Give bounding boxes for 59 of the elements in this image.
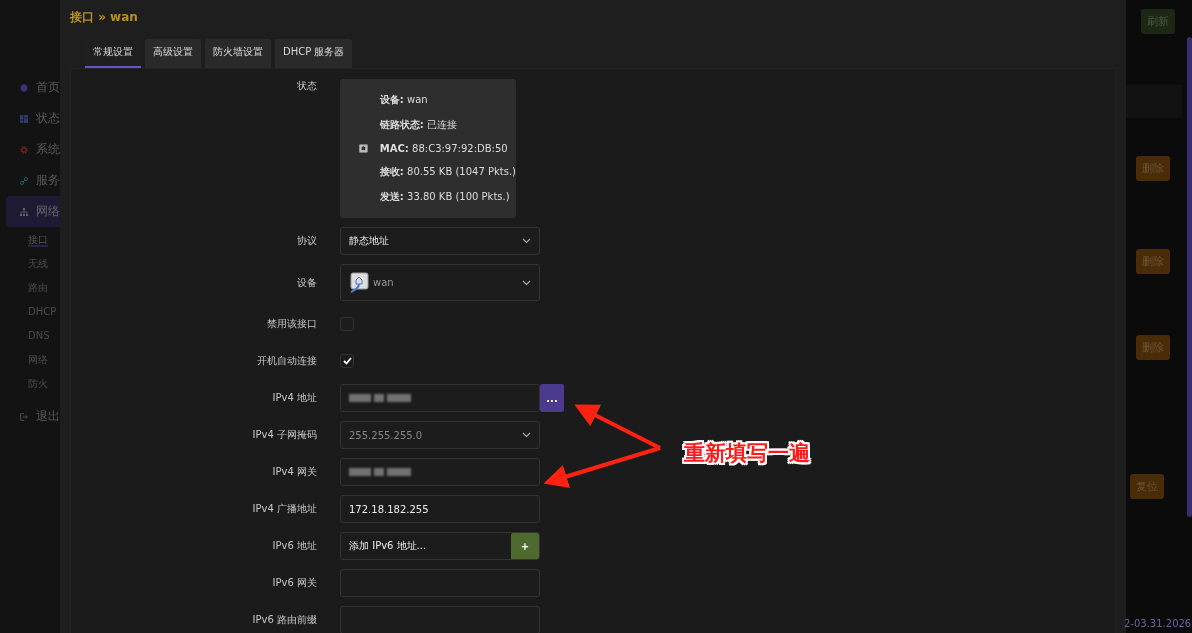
select-field[interactable]: 255.255.255.0 [340,421,540,449]
tab[interactable]: 高级设置 [145,39,201,68]
status-line: 接收: 80.55 KB (1047 Pkts.) [379,165,516,179]
field-label: 状态 [297,79,317,93]
status-line: 发送: 33.80 KB (100 Pkts.) [379,190,511,204]
field-label: 禁用该接口 [267,317,317,331]
blurred-value [349,468,411,476]
network-cable-icon [349,272,369,293]
annotation-text: 重新填写一遍 [684,440,810,467]
chevron-down-icon [522,238,531,244]
input-field[interactable]: 添加 IPv6 地址... + [340,532,540,560]
scrollbar[interactable] [1187,37,1192,517]
sidebar-subitem[interactable]: DNS [0,325,60,349]
input-field[interactable] [340,458,540,486]
grid-icon [20,112,28,125]
field-label: IPv4 网关 [272,465,317,479]
settings-icon [20,143,28,156]
field-label: 协议 [297,234,317,248]
network-icon [20,205,28,218]
sidebar-subitem[interactable]: DHCP [0,301,60,325]
field-label: IPv6 网关 [272,576,317,590]
sidebar-item[interactable]: 网络 [6,196,60,227]
field-label: IPv6 地址 [272,539,317,553]
check-icon [342,357,352,365]
field-label: IPv4 子网掩码 [252,428,317,442]
blurred-value [349,394,411,402]
input-field[interactable]: 172.18.182.255 [340,495,540,523]
chevron-down-icon [522,432,531,438]
sidebar-item[interactable]: 首页 [6,72,60,103]
field-label: IPv6 路由前缀 [252,613,317,627]
logout-icon [20,410,28,423]
cube-icon [20,81,28,94]
chevron-down-icon [522,279,531,286]
input-field[interactable] [340,569,540,597]
input-field[interactable] [340,384,540,412]
status-line: MAC: 88:C3:97:92:DB:50 [379,143,509,154]
sidebar-subitem[interactable]: 接口 [0,229,60,253]
sidebar-item[interactable]: 退出 [6,401,60,432]
select-field[interactable]: 静态地址 [340,227,540,255]
field-label: 设备 [297,275,317,290]
field-label: 开机自动连接 [257,354,317,368]
field-label: IPv4 广播地址 [252,502,317,516]
status-line: 设备: wan [379,93,429,107]
status-line: 链路状态: 已连接 [379,118,459,132]
more-button[interactable]: ... [540,384,564,412]
checkbox[interactable] [340,317,354,331]
field-label: IPv4 地址 [272,391,317,405]
add-button[interactable]: + [511,533,539,559]
footer-text: 2-03.31.2026 [1124,618,1192,629]
sidebar-item[interactable]: 系统 [6,134,60,165]
sidebar-item[interactable]: 状态 [6,103,60,134]
link-icon [20,174,28,187]
select-field[interactable]: wan [340,264,540,301]
tab[interactable]: DHCP 服务器 [275,39,353,68]
dialog-title: 接口 » wan [70,9,139,26]
input-field[interactable] [340,606,540,633]
tab[interactable]: 防火墙设置 [205,39,271,68]
checkbox[interactable] [340,354,354,368]
sidebar-item[interactable]: 服务 [6,165,60,196]
